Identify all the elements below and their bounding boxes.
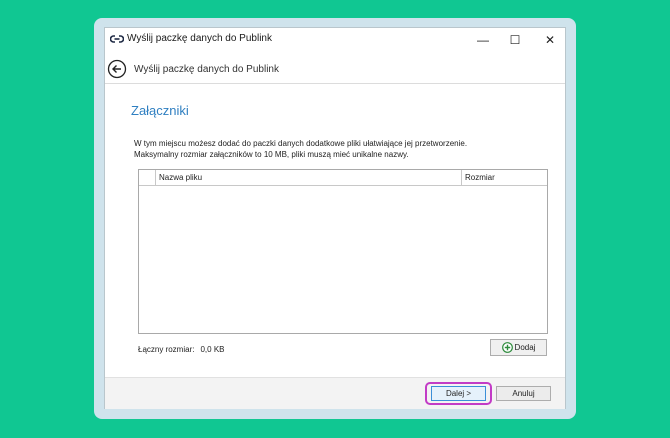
column-header-name[interactable]: Nazwa pliku — [155, 170, 461, 185]
description: W tym miejscu możesz dodać do paczki dan… — [134, 138, 467, 160]
total-size-value: 0,0 KB — [200, 345, 225, 354]
description-line-1: W tym miejscu możesz dodać do paczki dan… — [134, 139, 468, 148]
attachments-table[interactable]: Nazwa pliku Rozmiar — [138, 169, 548, 334]
column-header-size[interactable]: Rozmiar — [461, 170, 547, 185]
back-arrow-icon[interactable] — [107, 59, 127, 79]
maximize-button[interactable]: ☐ — [498, 28, 532, 52]
link-icon — [110, 35, 124, 43]
table-header: Nazwa pliku Rozmiar — [139, 170, 547, 186]
minimize-button[interactable]: — — [466, 28, 500, 52]
column-select[interactable] — [139, 170, 155, 185]
add-button-label: Dodaj — [514, 343, 536, 352]
window-title: Wyślij paczkę danych do Publink — [127, 33, 272, 44]
total-size: Łączny rozmiar: 0,0 KB — [138, 345, 224, 354]
description-line-2: Maksymalny rozmiar załączników to 10 MB,… — [134, 150, 409, 159]
next-button[interactable]: Dalej > — [431, 386, 486, 401]
navigation-bar: Wyślij paczkę danych do Publink — [105, 55, 565, 84]
cancel-button[interactable]: Anuluj — [496, 386, 551, 401]
close-button[interactable]: ✕ — [533, 28, 567, 52]
add-button[interactable]: Dodaj — [490, 339, 547, 356]
titlebar: Wyślij paczkę danych do Publink — ☐ ✕ — [105, 28, 565, 52]
section-title: Załączniki — [131, 103, 189, 118]
total-size-label: Łączny rozmiar: — [138, 345, 195, 354]
nav-title: Wyślij paczkę danych do Publink — [134, 64, 279, 75]
dialog-window: Wyślij paczkę danych do Publink — ☐ ✕ Wy… — [104, 27, 566, 409]
plus-circle-icon — [501, 342, 513, 353]
